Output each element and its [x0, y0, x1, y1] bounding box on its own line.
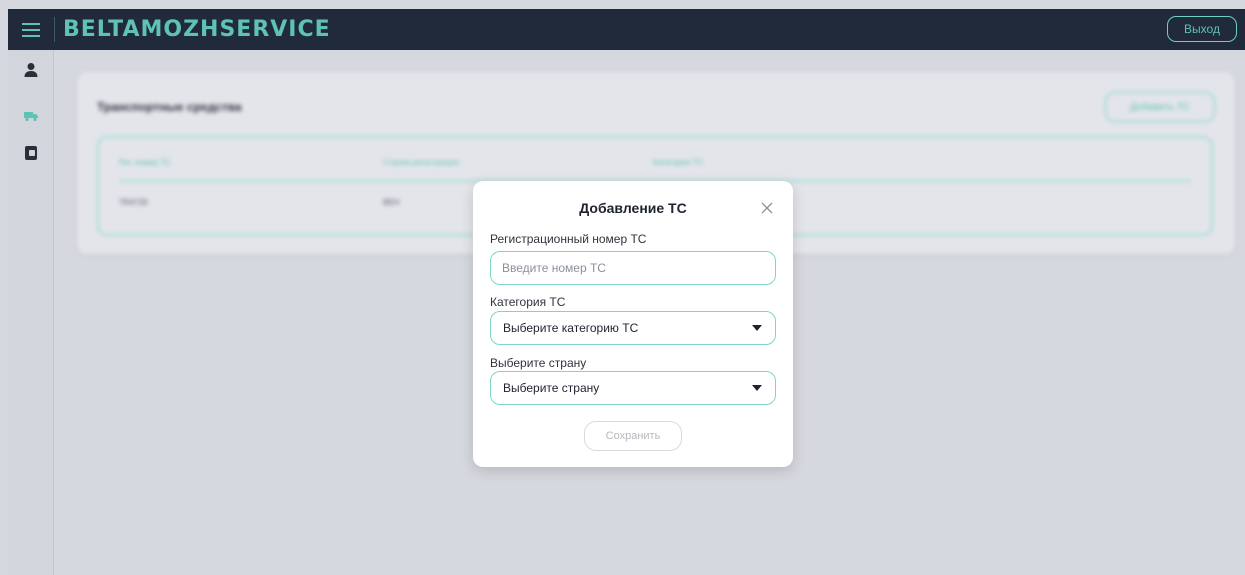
- category-label: Категория ТС: [490, 295, 566, 309]
- save-button[interactable]: Сохранить: [584, 421, 682, 451]
- country-select[interactable]: Выберите страну: [490, 371, 776, 405]
- caret-down-icon: [752, 385, 762, 391]
- add-vehicle-modal: Добавление ТС Регистрационный номер ТС К…: [473, 181, 793, 467]
- left-sidebar: [8, 50, 54, 575]
- table-cell: TR4729: [119, 198, 148, 207]
- close-icon: [761, 202, 773, 214]
- table-header-country: Страна регистрации: [383, 158, 459, 167]
- caret-down-icon: [752, 325, 762, 331]
- page-title: Транспортные средства: [97, 100, 242, 114]
- country-select-value: Выберите страну: [503, 381, 600, 395]
- table-header-reg-number: Рег. номер ТС: [119, 158, 171, 167]
- user-icon: [24, 63, 38, 77]
- category-select[interactable]: Выберите категорию ТС: [490, 311, 776, 345]
- top-header: BELTAMOZHSERVICE Выход: [8, 9, 1245, 50]
- modal-close-button[interactable]: [757, 198, 777, 218]
- sidebar-item-documents[interactable]: [8, 135, 54, 171]
- app-root: BELTAMOZHSERVICE Выход Транспортные сред…: [0, 0, 1245, 575]
- logout-button[interactable]: Выход: [1167, 16, 1237, 42]
- sidebar-item-profile[interactable]: [8, 52, 54, 88]
- table-cell: BEH: [383, 198, 400, 207]
- document-icon: [25, 146, 37, 160]
- modal-title: Добавление ТС: [579, 200, 687, 216]
- category-select-value: Выберите категорию ТС: [503, 321, 639, 335]
- truck-icon: [24, 112, 38, 122]
- country-label: Выберите страну: [490, 356, 587, 370]
- hamburger-menu-icon: [22, 22, 40, 37]
- sidebar-item-vehicles[interactable]: [8, 97, 54, 133]
- add-vehicle-button[interactable]: Добавить ТС: [1105, 92, 1215, 122]
- header-divider: [54, 17, 55, 42]
- brand-logo: BELTAMOZHSERVICE: [63, 17, 331, 42]
- menu-button[interactable]: [8, 9, 54, 50]
- table-header-category: Категория ТС: [653, 158, 704, 167]
- reg-number-label: Регистрационный номер ТС: [490, 232, 647, 246]
- reg-number-input[interactable]: [490, 251, 776, 285]
